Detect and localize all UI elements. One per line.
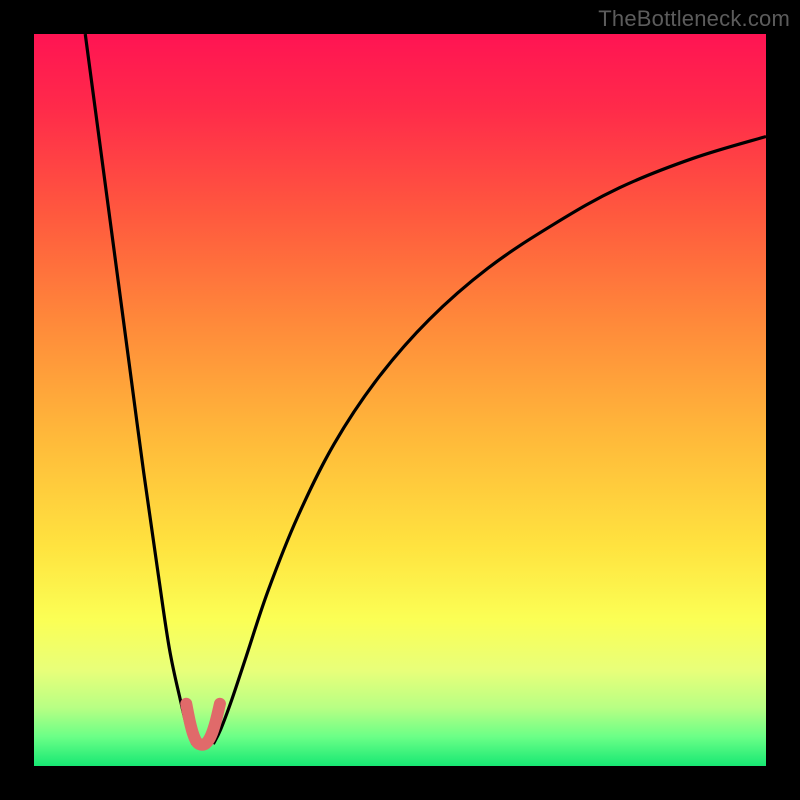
curve-left [85, 34, 193, 744]
valley-marker [186, 704, 220, 745]
watermark-text: TheBottleneck.com [598, 6, 790, 32]
chart-area [34, 34, 766, 766]
curve-right [213, 136, 766, 744]
plot-layer [34, 34, 766, 766]
